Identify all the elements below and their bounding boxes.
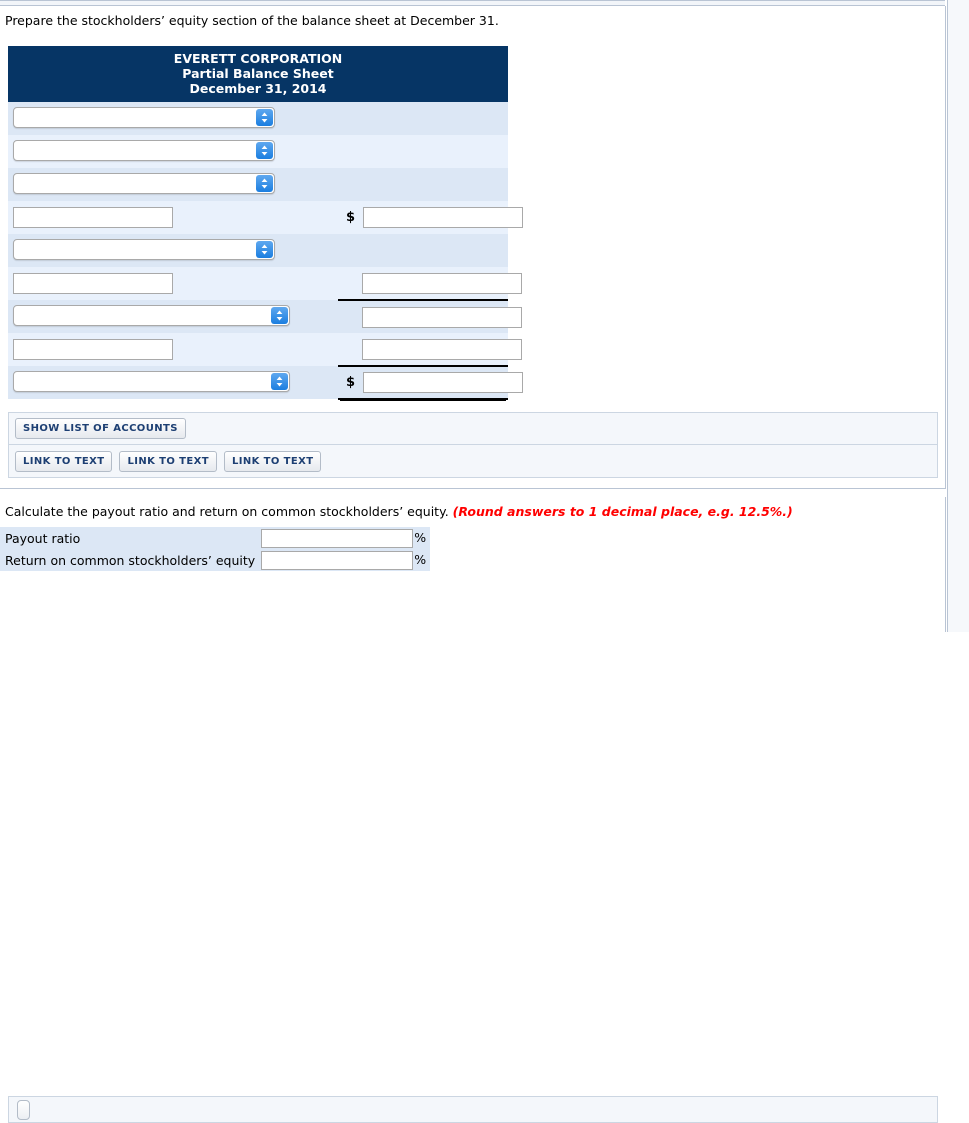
- balance-sheet-header-row: EVERETT CORPORATION Partial Balance Shee…: [8, 46, 509, 102]
- show-list-of-accounts-button[interactable]: SHOW LIST OF ACCOUNTS: [15, 418, 186, 439]
- return-on-equity-unit: %: [414, 551, 427, 567]
- account-select-1[interactable]: [13, 106, 275, 128]
- bottom-toolbar: [8, 1096, 938, 1123]
- statement-title: Partial Balance Sheet: [182, 66, 334, 81]
- amount-cell: [338, 234, 508, 267]
- chevron-updown-icon: [271, 306, 288, 324]
- payout-ratio-unit: %: [414, 529, 427, 545]
- amount-input-9[interactable]: [363, 372, 524, 393]
- pill-button[interactable]: [17, 1099, 30, 1120]
- link-to-text-button-2[interactable]: LINK TO TEXT: [119, 450, 217, 472]
- account-cell: [8, 300, 338, 333]
- link-toolbar: LINK TO TEXT LINK TO TEXT LINK TO TEXT: [8, 445, 938, 478]
- table-row: $: [8, 366, 524, 400]
- chevron-updown-icon: [256, 108, 273, 126]
- rounding-note: (Round answers to 1 decimal place, e.g. …: [452, 504, 793, 519]
- account-cell: [8, 135, 338, 168]
- account-select-7[interactable]: [13, 304, 290, 326]
- account-cell: [8, 333, 338, 366]
- accounts-toolbar: SHOW LIST OF ACCOUNTS: [8, 412, 938, 445]
- table-row: Payout ratio %: [0, 527, 430, 549]
- question-prompt: Prepare the stockholders’ equity section…: [5, 13, 499, 28]
- account-cell: [8, 366, 338, 399]
- account-text-input-4[interactable]: [13, 207, 173, 228]
- account-cell: [8, 234, 338, 267]
- calculation-prompt: Calculate the payout ratio and return on…: [5, 504, 449, 519]
- amount-input-4[interactable]: [363, 207, 524, 228]
- chevron-updown-icon: [256, 174, 273, 192]
- statement-date: December 31, 2014: [189, 81, 327, 96]
- chevron-updown-icon: [256, 141, 273, 159]
- table-row: [8, 267, 522, 301]
- amount-input-7[interactable]: [362, 306, 522, 328]
- right-gutter: [947, 0, 969, 632]
- amount-cell: [338, 333, 522, 367]
- chevron-updown-icon: [256, 240, 273, 258]
- table-row: [8, 333, 522, 367]
- account-cell: [8, 168, 338, 201]
- table-row: [8, 168, 509, 201]
- table-row: [8, 102, 509, 135]
- ratio-table: Payout ratio % Return on common stockhol…: [0, 527, 430, 571]
- return-on-equity-input[interactable]: [261, 550, 414, 570]
- return-on-equity-label: Return on common stockholders’ equity: [0, 549, 262, 571]
- account-cell: [8, 102, 338, 135]
- account-select-5[interactable]: [13, 238, 275, 260]
- amount-cell: [338, 168, 508, 201]
- sheet-heading: EVERETT CORPORATION Partial Balance Shee…: [8, 46, 509, 102]
- question-panel: Prepare the stockholders’ equity section…: [0, 6, 946, 489]
- balance-sheet-table: EVERETT CORPORATION Partial Balance Shee…: [8, 46, 524, 400]
- account-text-input-8[interactable]: [13, 339, 173, 360]
- amount-cell: [338, 300, 522, 333]
- calculation-panel: Calculate the payout ratio and return on…: [0, 497, 946, 1123]
- payout-ratio-input[interactable]: [261, 528, 414, 548]
- account-select-2[interactable]: [13, 139, 275, 161]
- amount-cell: [338, 135, 508, 168]
- payout-ratio-cell: %: [261, 527, 430, 549]
- table-row: [8, 300, 522, 333]
- amount-cell: $: [338, 366, 524, 400]
- account-select-3[interactable]: [13, 172, 275, 194]
- amount-input-6[interactable]: [362, 272, 522, 294]
- account-cell: [8, 201, 338, 234]
- currency-symbol-4: $: [346, 210, 356, 225]
- account-select-9[interactable]: [13, 370, 290, 392]
- link-to-text-button-3[interactable]: LINK TO TEXT: [223, 450, 322, 472]
- amount-cell: [338, 267, 522, 301]
- table-row: [8, 135, 509, 168]
- chevron-updown-icon: [271, 372, 288, 390]
- table-row: Return on common stockholders’ equity %: [0, 549, 430, 571]
- calculation-prompt-line: Calculate the payout ratio and return on…: [0, 497, 945, 520]
- account-cell: [8, 267, 338, 300]
- company-name: EVERETT CORPORATION: [173, 51, 343, 66]
- link-to-text-button-1[interactable]: LINK TO TEXT: [15, 450, 113, 472]
- amount-cell: $: [338, 201, 524, 234]
- amount-input-8[interactable]: [362, 338, 522, 360]
- account-text-input-6[interactable]: [13, 273, 173, 294]
- currency-symbol-9: $: [346, 375, 356, 390]
- table-row: [8, 234, 509, 267]
- payout-ratio-label: Payout ratio: [0, 527, 262, 549]
- table-row: $: [8, 201, 524, 234]
- return-on-equity-cell: %: [261, 549, 430, 571]
- amount-cell: [338, 102, 508, 135]
